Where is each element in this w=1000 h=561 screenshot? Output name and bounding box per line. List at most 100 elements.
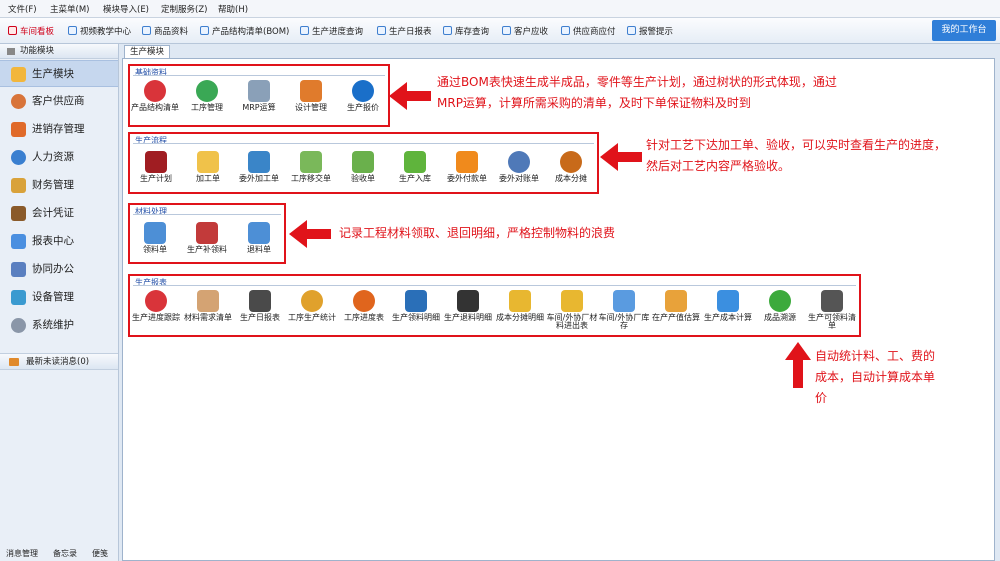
- item-wip-valuation[interactable]: 在产产值估算: [649, 290, 703, 322]
- item-warehousing[interactable]: 生产入库: [388, 151, 442, 183]
- toolbar: 车间看板 视频教学中心 商品资料 产品结构清单(BOM) 生产进度查询 生产日报…: [0, 18, 1000, 44]
- stock-icon: [443, 26, 452, 35]
- menu-file[interactable]: 文件(F): [8, 3, 37, 15]
- item-bom[interactable]: 产品结构清单: [128, 80, 182, 112]
- bars-icon: [613, 290, 635, 312]
- item-available-materials[interactable]: 生产可领料清单: [805, 290, 859, 330]
- annotation-bom: 通过BOM表快速生成半成品，零件等生产计划，通过树状的形式体现，通过 MRP运算…: [437, 75, 837, 110]
- item-process-statistics[interactable]: 工序生产统计: [285, 290, 339, 322]
- pin-icon: [301, 290, 323, 312]
- menu-custom-service[interactable]: 定制服务(Z): [161, 3, 207, 15]
- item-outsource-statement[interactable]: 委外对账单: [492, 151, 546, 183]
- toolbar-item-progress[interactable]: 生产进度查询: [300, 25, 363, 39]
- item-handover[interactable]: 工序移交单: [284, 151, 338, 183]
- alarm-icon: [627, 26, 636, 35]
- item-process-manage[interactable]: 工序管理: [180, 80, 234, 112]
- sidebar-item-reports[interactable]: 报表中心: [0, 228, 118, 255]
- item-quotation[interactable]: 生产报价: [336, 80, 390, 112]
- design-icon: [300, 80, 322, 102]
- pencil-icon: [248, 80, 270, 102]
- goods-icon: [142, 26, 151, 35]
- memo-link[interactable]: 备忘录: [53, 548, 77, 559]
- item-work-order[interactable]: 加工单: [181, 151, 235, 183]
- item-material-demand[interactable]: 材料需求清单: [181, 290, 235, 322]
- item-production-plan[interactable]: 生产计划: [129, 151, 183, 183]
- annotation-report: 自动统计料、工、费的 成本，自动计算成本单 价: [815, 349, 936, 405]
- item-daily-report[interactable]: 生产日报表: [233, 290, 287, 322]
- sidebar-bottom-links: 消息管理 备忘录 便笺: [0, 546, 118, 561]
- settings-icon: [11, 318, 26, 333]
- payable-icon: [561, 26, 570, 35]
- toolbar-item-video[interactable]: 视频教学中心: [68, 25, 131, 39]
- safe-icon: [457, 290, 479, 312]
- annotation-process: 针对工艺下达加工单、验收，可以实时查看生产的进度， 然后对工艺内容严格验收。: [646, 138, 947, 173]
- sidebar-item-hr[interactable]: 人力资源: [0, 144, 118, 171]
- menu-module-import[interactable]: 模块导入(E): [103, 3, 149, 15]
- sidebar-item-system[interactable]: 系统维护: [0, 312, 118, 339]
- calendar-icon: [11, 262, 26, 277]
- item-mrp[interactable]: MRP运算: [232, 80, 286, 112]
- toolbar-item-stock[interactable]: 库存查询: [443, 25, 489, 39]
- document-icon: [197, 151, 219, 173]
- item-material-requisition[interactable]: 领料单: [128, 222, 182, 254]
- item-supplementary-requisition[interactable]: 生产补领料: [180, 222, 234, 254]
- item-process-progress[interactable]: 工序进度表: [337, 290, 391, 322]
- menu-help[interactable]: 帮助(H): [218, 3, 248, 15]
- toolbar-item-receivable[interactable]: 客户应收: [502, 25, 548, 39]
- divider: [133, 143, 594, 144]
- sidebar-item-collab[interactable]: 协同办公: [0, 256, 118, 283]
- arrow-left-icon: [248, 222, 270, 244]
- outsource-icon: [248, 151, 270, 173]
- sidebar-item-finance[interactable]: 财务管理: [0, 172, 118, 199]
- main-content: 基础资料 产品结构清单 工序管理 MRP运算 设计管理 生产报价 生产流程 生产…: [122, 58, 995, 561]
- item-cost-calculation[interactable]: 生产成本计算: [701, 290, 755, 322]
- item-workshop-stock[interactable]: 车间/外协厂库存: [597, 290, 651, 330]
- item-requisition-detail[interactable]: 生产领料明细: [389, 290, 443, 322]
- edit-icon: [197, 290, 219, 312]
- divider: [133, 285, 856, 286]
- sidebar-item-device[interactable]: 设备管理: [0, 284, 118, 311]
- item-design-manage[interactable]: 设计管理: [284, 80, 338, 112]
- sidebar-item-customer-supplier[interactable]: 客户供应商: [0, 88, 118, 115]
- p-icon: [352, 80, 374, 102]
- group-title: 材料处理: [135, 207, 167, 216]
- item-material-return[interactable]: 退料单: [232, 222, 286, 254]
- item-traceability[interactable]: 成品溯源: [753, 290, 807, 322]
- toolbar-item-goods[interactable]: 商品资料: [142, 25, 188, 39]
- toolbar-item-daily-report[interactable]: 生产日报表: [377, 25, 432, 39]
- group-basic-data: 基础资料 产品结构清单 工序管理 MRP运算 设计管理 生产报价: [128, 64, 390, 127]
- item-cost-allocation[interactable]: 成本分摊: [544, 151, 598, 183]
- annotation-material: 记录工程材料领取、退回明细，严格控制物料的浪费: [339, 226, 616, 240]
- board-icon: [8, 26, 17, 35]
- item-outsource-order[interactable]: 委外加工单: [232, 151, 286, 183]
- my-workbench-button[interactable]: 我的工作台: [932, 20, 996, 41]
- item-progress-tracking[interactable]: 生产进度跟踪: [129, 290, 183, 322]
- tab-production[interactable]: 生产模块: [124, 45, 171, 58]
- toolbar-item-payable[interactable]: 供应商应付: [561, 25, 616, 39]
- sidebar-item-production[interactable]: 生产模块: [0, 60, 118, 87]
- sidebar-item-inventory[interactable]: 进销存管理: [0, 116, 118, 143]
- p-round-icon: [508, 151, 530, 173]
- book-icon: [405, 290, 427, 312]
- item-cost-allocation-detail[interactable]: 成本分摊明细: [493, 290, 547, 322]
- toolbar-item-bom[interactable]: 产品结构清单(BOM): [200, 25, 289, 39]
- message-manage-link[interactable]: 消息管理: [6, 548, 38, 559]
- contacts-icon: [11, 94, 26, 109]
- star-box2-icon: [561, 290, 583, 312]
- finance-icon: [11, 178, 26, 193]
- toolbar-item-alarm[interactable]: 报警提示: [627, 25, 673, 39]
- plan-icon: [145, 151, 167, 173]
- annotation-arrow-report: [785, 342, 811, 388]
- item-return-detail[interactable]: 生产退料明细: [441, 290, 495, 322]
- toolbar-item-board[interactable]: 车间看板: [8, 25, 54, 39]
- notepad-link[interactable]: 便笺: [92, 548, 108, 559]
- sidebar-item-voucher[interactable]: 会计凭证: [0, 200, 118, 227]
- receivable-icon: [502, 26, 511, 35]
- item-workshop-material-flow[interactable]: 车间/外协厂材料进出表: [545, 290, 599, 330]
- unread-messages[interactable]: 最新未读消息(0): [0, 353, 118, 370]
- group-title: 生产流程: [135, 136, 167, 145]
- item-acceptance[interactable]: 验收单: [336, 151, 390, 183]
- menu-main[interactable]: 主菜单(M): [50, 3, 89, 15]
- form-icon: [196, 222, 218, 244]
- item-outsource-payment[interactable]: 委外付款单: [440, 151, 494, 183]
